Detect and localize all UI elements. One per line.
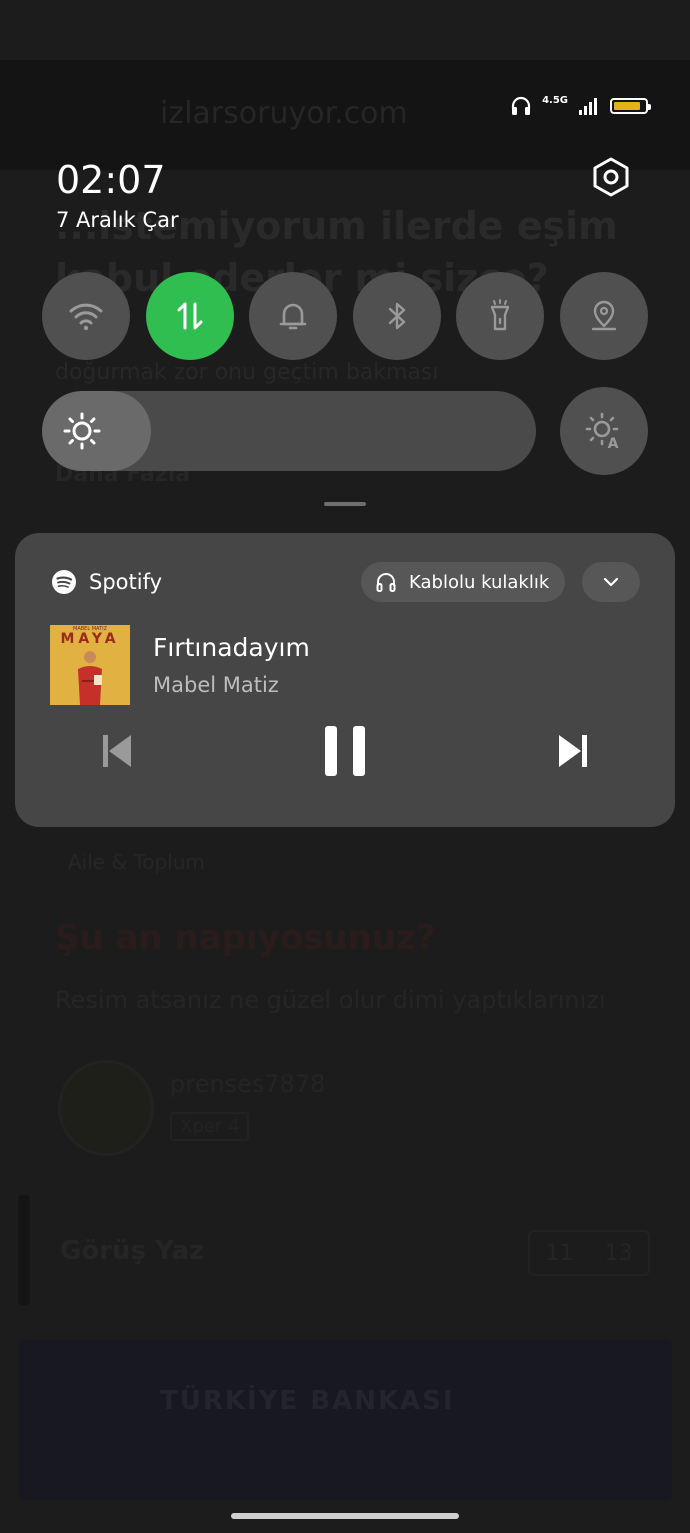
battery-level [614,102,640,110]
location-icon [591,300,617,331]
panel-drag-handle[interactable] [324,502,366,506]
track-artist: Mabel Matiz [153,673,279,697]
bg-second-question: Şu an napıyosunuz? [55,918,436,958]
tile-bluetooth[interactable] [353,272,441,360]
wifi-icon [69,303,103,331]
battery-icon [610,98,651,114]
tile-wifi[interactable] [42,272,130,360]
media-app-name: Spotify [89,570,163,594]
sun-icon [63,412,101,450]
bg-ad-banner [18,1340,672,1500]
bg-counter-a: 11 [545,1240,574,1266]
tile-flashlight[interactable] [456,272,544,360]
next-button[interactable] [551,729,595,773]
chevron-down-icon [603,577,619,587]
flashlight-icon [490,299,510,331]
tile-mobile-data[interactable] [146,272,234,360]
bg-counter-b: 13 [604,1240,633,1266]
play-pause-button[interactable] [315,719,375,783]
settings-gear-icon[interactable] [590,156,632,198]
skip-previous-icon [103,735,131,767]
output-device-label: Kablolu kulaklık [409,571,550,593]
bg-username: prenses7878 [170,1070,326,1098]
media-player-card[interactable]: Spotify Kablolu kulaklık MABEL MATIZ MAY… [15,533,675,827]
track-title: Fırtınadayım [153,633,310,662]
data-transfer-icon [177,302,203,330]
bell-icon [279,303,307,330]
bg-user-badge: Xper 4 [170,1112,250,1141]
bg-counter: 11 13 [528,1230,650,1276]
bg-question-excerpt: doğurmak zor onu geçtim bakması [55,360,439,385]
date: 7 Aralık Çar [56,208,179,232]
skip-next-icon [559,735,587,767]
output-device-button[interactable]: Kablolu kulaklık [361,562,566,602]
headphones-icon [376,573,396,592]
previous-button[interactable] [95,729,139,773]
bg-user-avatar [58,1060,154,1156]
signal-icon [579,98,597,115]
album-art: MABEL MATIZ MAYA [50,625,130,705]
bg-comment-placeholder: Görüş Yaz [60,1236,205,1266]
browser-url: izlarsoruyor.com [160,96,408,131]
bluetooth-icon [388,302,406,330]
auto-brightness-icon: A [585,412,619,451]
home-indicator[interactable] [231,1513,459,1519]
svg-text:A: A [608,436,619,451]
headphones-icon [511,96,531,115]
bg-banner-text: TÜRKİYE BANKASI [160,1386,455,1416]
tile-location[interactable] [560,272,648,360]
auto-brightness-button[interactable]: A [560,387,648,475]
album-art-figure [78,651,102,705]
status-bar: 4.5G [510,94,651,116]
media-app-header: Spotify [51,569,162,595]
network-type: 4.5G [542,94,568,106]
bg-side-bar [18,1195,30,1305]
bg-category: Aile & Toplum [68,850,205,874]
clock: 02:07 [56,158,166,202]
brightness-slider[interactable] [42,391,536,471]
bg-second-excerpt: Resim atsanız ne güzel olur dimi yaptıkl… [55,986,606,1014]
expand-button[interactable] [582,562,640,602]
spotify-icon [52,570,76,594]
pause-icon [325,726,365,776]
tile-sound[interactable] [249,272,337,360]
